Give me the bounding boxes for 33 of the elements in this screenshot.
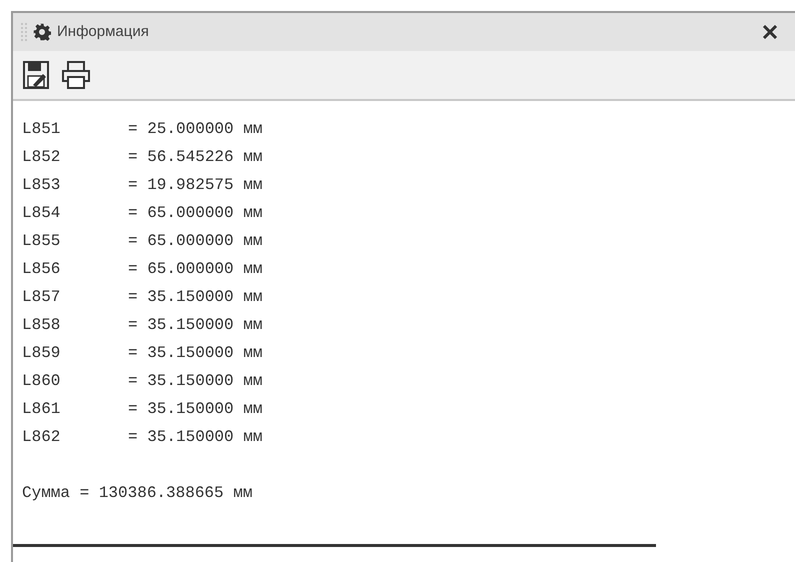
variable-value: = 35.150000 мм <box>128 343 262 364</box>
variable-value: = 35.150000 мм <box>128 287 262 308</box>
variable-name: L862 <box>22 427 62 448</box>
variable-value: = 35.150000 мм <box>128 315 262 336</box>
printer-icon <box>61 60 91 90</box>
total-sum: Сумма = 130386.388665 мм <box>22 483 252 504</box>
variable-value: = 65.000000 мм <box>128 259 262 280</box>
variable-value: = 35.150000 мм <box>128 371 262 392</box>
close-icon <box>762 25 778 39</box>
variable-value: = 25.000000 мм <box>128 119 262 140</box>
variable-value: = 65.000000 мм <box>128 203 262 224</box>
variable-name: L856 <box>22 259 62 280</box>
save-button[interactable] <box>23 61 49 89</box>
variable-name: L855 <box>22 231 62 252</box>
variable-value: = 35.150000 мм <box>128 399 262 420</box>
gear-icon <box>33 23 51 41</box>
variable-name: L854 <box>22 203 62 224</box>
variable-value: = 56.545226 мм <box>128 147 262 168</box>
window-title: Информация <box>57 22 150 42</box>
variable-name: L859 <box>22 343 62 364</box>
variable-name: L860 <box>22 371 62 392</box>
variable-name: L858 <box>22 315 62 336</box>
save-icon <box>23 61 49 89</box>
variable-name: L853 <box>22 175 62 196</box>
grip-icon[interactable] <box>21 23 27 41</box>
variable-value: = 19.982575 мм <box>128 175 262 196</box>
variable-name: L852 <box>22 147 62 168</box>
variable-value: = 65.000000 мм <box>128 231 262 252</box>
variable-name: L857 <box>22 287 62 308</box>
variable-value: = 35.150000 мм <box>128 427 262 448</box>
variable-name: L851 <box>22 119 62 140</box>
variable-name: L861 <box>22 399 62 420</box>
print-button[interactable] <box>61 60 91 90</box>
